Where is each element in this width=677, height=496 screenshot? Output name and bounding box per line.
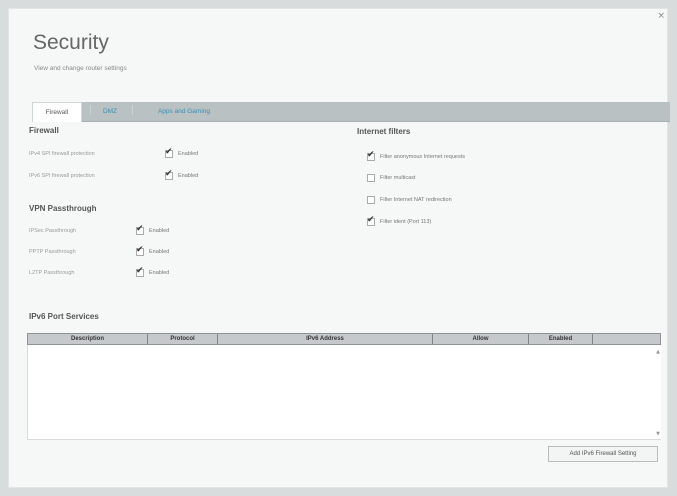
- check-text: Enabled: [149, 270, 170, 276]
- scroll-down-icon[interactable]: ▼: [656, 431, 660, 437]
- column-protocol[interactable]: Protocol: [148, 334, 218, 344]
- check-text: Enabled: [178, 151, 199, 157]
- tab-separator: [132, 105, 133, 115]
- check-text: Filter anonymous Internet requests: [380, 154, 465, 160]
- check-text: Filter multicast: [380, 175, 416, 181]
- check-text: Filter ident (Port 113): [380, 219, 432, 225]
- column-description[interactable]: Description: [28, 334, 148, 344]
- close-icon[interactable]: ×: [657, 11, 665, 21]
- vpn-section-title: VPN Passthrough: [29, 204, 97, 213]
- firewall-section-title: Firewall: [29, 126, 59, 135]
- l2tp-checkbox[interactable]: [136, 266, 144, 277]
- scroll-up-icon[interactable]: ▲: [656, 349, 660, 355]
- page-title: Security: [33, 31, 109, 54]
- filter-row-anonymous: Filter anonymous Internet requests: [367, 150, 465, 163]
- pptp-checkbox[interactable]: [136, 245, 144, 256]
- ipv6-firewall-checkbox[interactable]: [165, 169, 173, 180]
- vpn-row-pptp: PPTP Passthrough Enabled: [29, 245, 170, 258]
- check-text: Enabled: [178, 173, 199, 179]
- column-ipv6-address[interactable]: IPv6 Address: [218, 334, 433, 344]
- column-enabled[interactable]: Enabled: [529, 334, 593, 344]
- filter-nat-checkbox[interactable]: [367, 196, 375, 204]
- page-subtitle: View and change router settings: [34, 65, 127, 72]
- ipv6-table-body[interactable]: ▲ ▼: [27, 345, 661, 440]
- internet-filters-title: Internet filters: [357, 127, 411, 136]
- filter-multicast-checkbox[interactable]: [367, 174, 375, 182]
- row-label: IPv6 SPI firewall protection: [29, 173, 95, 179]
- tab-firewall[interactable]: Firewall: [32, 102, 82, 122]
- check-text: Enabled: [149, 228, 170, 234]
- filter-row-nat: Filter Internet NAT redirection: [367, 194, 452, 206]
- tab-separator: [90, 105, 91, 115]
- firewall-row-ipv6: IPv6 SPI firewall protection Enabled: [29, 169, 199, 182]
- column-allow[interactable]: Allow: [433, 334, 529, 344]
- ipv6-table-header: Description Protocol IPv6 Address Allow …: [27, 333, 661, 345]
- tab-bar: Firewall DMZ Apps and Gaming: [32, 102, 670, 122]
- vpn-row-ipsec: IPSec Passthrough Enabled: [29, 224, 170, 237]
- tab-dmz[interactable]: DMZ: [92, 102, 128, 122]
- firewall-row-ipv4: IPv4 SPI firewall protection Enabled: [29, 147, 199, 160]
- filter-row-multicast: Filter multicast: [367, 172, 415, 184]
- filter-ident-checkbox[interactable]: [367, 215, 375, 226]
- ipsec-checkbox[interactable]: [136, 224, 144, 235]
- vpn-row-l2tp: L2TP Passthrough Enabled: [29, 266, 170, 279]
- tab-apps-and-gaming[interactable]: Apps and Gaming: [136, 102, 232, 122]
- ipv4-firewall-checkbox[interactable]: [165, 147, 173, 158]
- row-label: L2TP Passthrough: [29, 270, 75, 276]
- filter-row-ident: Filter ident (Port 113): [367, 215, 432, 228]
- row-label: PPTP Passthrough: [29, 249, 76, 255]
- row-label: IPv4 SPI firewall protection: [29, 151, 95, 157]
- ipv6-port-services-title: IPv6 Port Services: [29, 312, 99, 321]
- check-text: Enabled: [149, 249, 170, 255]
- add-ipv6-firewall-setting-button[interactable]: Add IPv6 Firewall Setting: [548, 446, 658, 462]
- row-label: IPSec Passthrough: [29, 228, 77, 234]
- filter-anonymous-checkbox[interactable]: [367, 150, 375, 161]
- check-text: Filter Internet NAT redirection: [380, 197, 452, 203]
